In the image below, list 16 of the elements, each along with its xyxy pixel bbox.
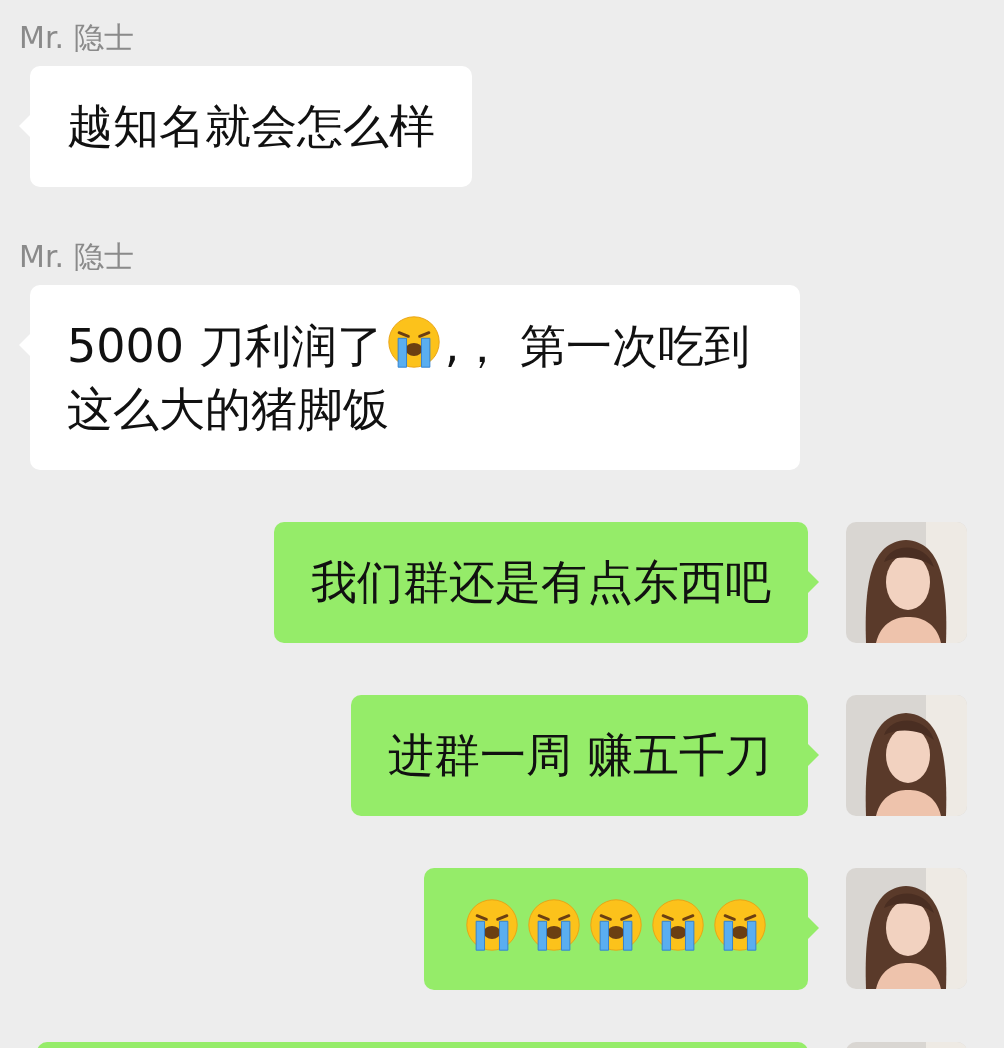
crying-face-icon bbox=[650, 897, 706, 953]
message-bubble[interactable]: 越知名就会怎么样 bbox=[30, 66, 472, 187]
bubble-tail bbox=[808, 571, 819, 593]
message-bubble[interactable] bbox=[424, 868, 808, 990]
crying-face-icon bbox=[526, 897, 582, 953]
sender-name: Mr. 隐士 bbox=[19, 239, 135, 275]
message-bubble[interactable]: 我们群还是有点东西吧 bbox=[274, 522, 808, 643]
crying-face-icon bbox=[464, 897, 520, 953]
sender-name: Mr. 隐士 bbox=[19, 20, 135, 56]
bubble-tail bbox=[808, 744, 819, 766]
crying-face-icon bbox=[712, 897, 768, 953]
bubble-tail bbox=[808, 917, 819, 939]
crying-face-icon bbox=[588, 897, 644, 953]
crying-face-icon bbox=[385, 314, 442, 370]
message-bubble[interactable]: 5000 刀利润了 ,， 第一次吃到这么大的猪脚饭 bbox=[30, 285, 800, 470]
message-bubble[interactable]: 进群一周 赚五千刀 bbox=[351, 695, 808, 816]
